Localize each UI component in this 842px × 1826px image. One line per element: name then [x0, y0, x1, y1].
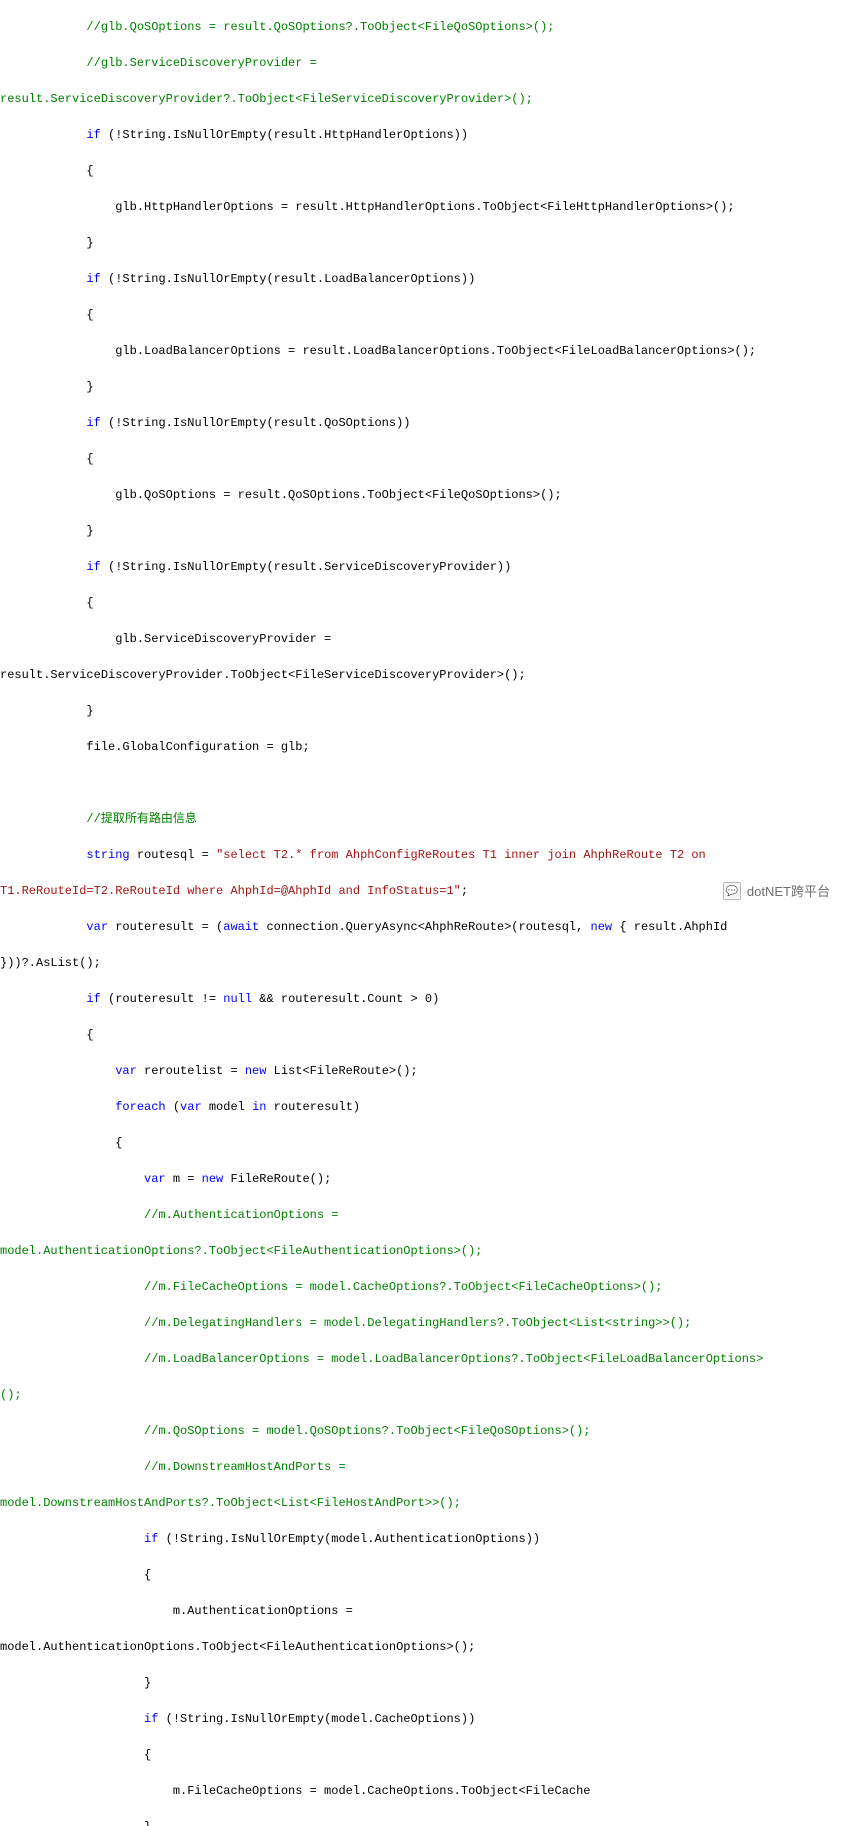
keyword: if: [0, 1712, 158, 1726]
brace: {: [0, 1134, 842, 1152]
keyword: var: [144, 1172, 166, 1186]
comment-line: //glb.QoSOptions = result.QoSOptions?.To…: [0, 18, 842, 36]
code-line: var reroutelist = new List<FileReRoute>(…: [0, 1062, 842, 1080]
keyword: foreach: [115, 1100, 165, 1114]
brace: }: [0, 234, 842, 252]
comment-line: //m.DelegatingHandlers = model.Delegatin…: [0, 1314, 842, 1332]
code-line: var routeresult = (await connection.Quer…: [0, 918, 842, 936]
brace: {: [0, 306, 842, 324]
keyword: null: [223, 992, 252, 1006]
keyword: if: [0, 272, 101, 286]
keyword: if: [0, 992, 101, 1006]
brace: }: [0, 378, 842, 396]
brace: {: [0, 1746, 842, 1764]
code-line: foreach (var model in routeresult): [0, 1098, 842, 1116]
blank-line: [0, 774, 842, 792]
keyword: new: [202, 1172, 224, 1186]
brace: {: [0, 162, 842, 180]
comment-line: //m.QoSOptions = model.QoSOptions?.ToObj…: [0, 1422, 842, 1440]
keyword: if: [0, 128, 101, 142]
code-line: if (!String.IsNullOrEmpty(result.Service…: [0, 558, 842, 576]
code-line: if (!String.IsNullOrEmpty(model.CacheOpt…: [0, 1710, 842, 1728]
watermark: 💬 dotNET跨平台: [723, 882, 830, 902]
comment-line: //m.FileCacheOptions = model.CacheOption…: [0, 1278, 842, 1296]
brace: }: [0, 702, 842, 720]
code-line: if (!String.IsNullOrEmpty(model.Authenti…: [0, 1530, 842, 1548]
keyword: await: [223, 920, 259, 934]
keyword: in: [252, 1100, 266, 1114]
keyword: var: [180, 1100, 202, 1114]
keyword: string: [86, 848, 129, 862]
keyword: if: [0, 560, 101, 574]
keyword: var: [115, 1064, 137, 1078]
keyword: new: [591, 920, 613, 934]
keyword: if: [0, 1532, 158, 1546]
string-literal: T1.ReRouteId=T2.ReRouteId where AhphId=@…: [0, 884, 461, 898]
brace: }: [0, 1674, 842, 1692]
code-line: model.AuthenticationOptions.ToObject<Fil…: [0, 1638, 842, 1656]
brace: {: [0, 1566, 842, 1584]
code-line: file.GlobalConfiguration = glb;: [0, 738, 842, 756]
comment-line: //m.DownstreamHostAndPorts =: [0, 1458, 842, 1476]
keyword: if: [0, 416, 101, 430]
keyword: var: [86, 920, 108, 934]
brace: {: [0, 450, 842, 468]
code-line: T1.ReRouteId=T2.ReRouteId where AhphId=@…: [0, 882, 842, 900]
code-line: m.AuthenticationOptions =: [0, 1602, 842, 1620]
code-line: m.FileCacheOptions = model.CacheOptions.…: [0, 1782, 842, 1800]
comment-line: //glb.ServiceDiscoveryProvider =: [0, 54, 842, 72]
code-line: glb.QoSOptions = result.QoSOptions.ToObj…: [0, 486, 842, 504]
comment-line: //提取所有路由信息: [0, 810, 842, 828]
code-line: if (!String.IsNullOrEmpty(result.LoadBal…: [0, 270, 842, 288]
comment-line: //m.AuthenticationOptions =: [0, 1206, 842, 1224]
comment-line: ();: [0, 1386, 842, 1404]
code-line: glb.LoadBalancerOptions = result.LoadBal…: [0, 342, 842, 360]
comment-line: model.DownstreamHostAndPorts?.ToObject<L…: [0, 1494, 842, 1512]
keyword: new: [245, 1064, 267, 1078]
code-line: if (routeresult != null && routeresult.C…: [0, 990, 842, 1008]
comment-line: result.ServiceDiscoveryProvider?.ToObjec…: [0, 90, 842, 108]
brace: {: [0, 1026, 842, 1044]
string-literal: "select T2.* from AhphConfigReRoutes T1 …: [216, 848, 713, 862]
code-line: var m = new FileReRoute();: [0, 1170, 842, 1188]
comment-line: //m.LoadBalancerOptions = model.LoadBala…: [0, 1350, 842, 1368]
code-line: }))?.AsList();: [0, 954, 842, 972]
code-line: glb.ServiceDiscoveryProvider =: [0, 630, 842, 648]
watermark-text: dotNET跨平台: [747, 882, 830, 902]
code-line: if (!String.IsNullOrEmpty(result.HttpHan…: [0, 126, 842, 144]
brace: }: [0, 522, 842, 540]
code-line: glb.HttpHandlerOptions = result.HttpHand…: [0, 198, 842, 216]
code-line: result.ServiceDiscoveryProvider.ToObject…: [0, 666, 842, 684]
code-line: if (!String.IsNullOrEmpty(result.QoSOpti…: [0, 414, 842, 432]
wechat-icon: 💬: [723, 882, 741, 900]
brace: {: [0, 594, 842, 612]
code-line: string routesql = "select T2.* from Ahph…: [0, 846, 842, 864]
brace: }: [0, 1818, 842, 1826]
code-block: //glb.QoSOptions = result.QoSOptions?.To…: [0, 0, 842, 1826]
comment-line: model.AuthenticationOptions?.ToObject<Fi…: [0, 1242, 842, 1260]
